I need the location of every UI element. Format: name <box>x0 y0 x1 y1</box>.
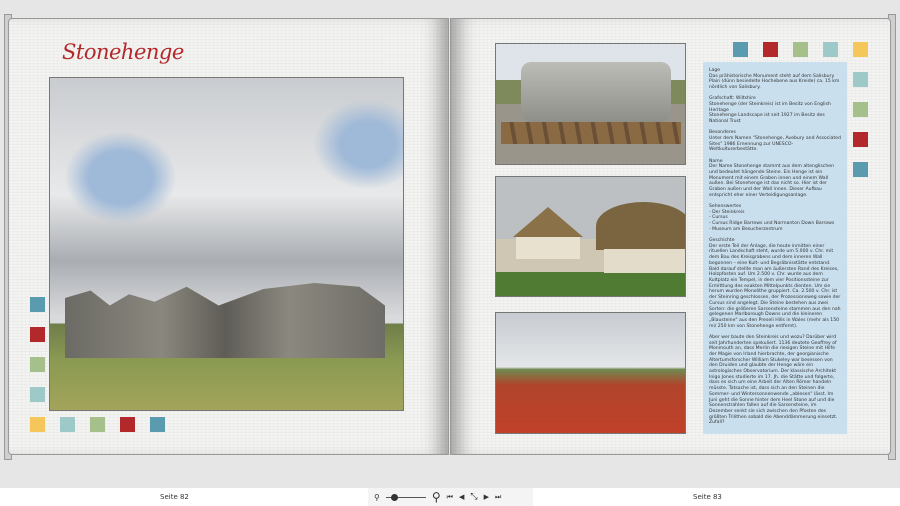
color-swatch <box>763 42 778 57</box>
info-paragraph: Aber wer baute den Steinkreis und wozu? … <box>709 334 838 426</box>
hut-wall <box>604 249 685 273</box>
color-swatch <box>30 297 45 312</box>
fit-screen-icon[interactable]: ⤡ <box>470 492 477 502</box>
viewer-toolbar: ⚲ ⚲ ⏮ ◀ ⤡ ▶ ⏭ <box>368 488 533 506</box>
color-swatch <box>30 387 45 402</box>
info-paragraph: Name Der Name Stonehenge stammt aus dem … <box>709 158 834 198</box>
color-swatch <box>853 132 868 147</box>
last-page-icon[interactable]: ⏭ <box>495 493 501 502</box>
color-swatch <box>733 42 748 57</box>
color-swatch <box>90 417 105 432</box>
color-swatch <box>30 357 45 372</box>
zoom-slider-handle[interactable] <box>390 493 398 501</box>
fallen-stone-photo[interactable] <box>495 43 686 165</box>
info-paragraph: Sehenswertes - Der Steinkreis - Cursus -… <box>709 204 835 232</box>
color-swatch <box>853 162 868 177</box>
logs <box>501 122 681 144</box>
stone <box>521 62 671 122</box>
info-paragraph: Besonderes Unter dem Namen "Stonehenge, … <box>709 130 841 153</box>
huts-photo[interactable] <box>495 176 686 297</box>
zoom-out-icon[interactable]: ⚲ <box>374 493 380 502</box>
right-page-label: Seite 83 <box>693 493 722 501</box>
color-swatch <box>30 327 45 342</box>
color-swatch <box>853 42 868 57</box>
first-page-icon[interactable]: ⏮ <box>447 493 453 502</box>
hut-roof <box>596 202 685 250</box>
stonehenge-photo[interactable] <box>49 77 404 411</box>
color-swatch <box>793 42 808 57</box>
hut-wall <box>516 237 580 259</box>
info-paragraph: Geschichte Der erste Teil der Anlage, di… <box>709 238 841 329</box>
zoom-in-icon[interactable]: ⚲ <box>432 490 441 504</box>
page-title: Stonehenge <box>62 40 184 64</box>
info-paragraph: Lage Das prähistorische Monument steht a… <box>709 68 840 91</box>
color-swatch <box>120 417 135 432</box>
color-swatch <box>150 417 165 432</box>
poppy-field-photo[interactable] <box>495 312 686 434</box>
stones <box>65 283 385 358</box>
info-text-box: Lage Das prähistorische Monument steht a… <box>703 62 847 434</box>
color-swatch <box>60 417 75 432</box>
color-swatch <box>853 102 868 117</box>
zoom-slider[interactable] <box>385 493 426 501</box>
left-page-label: Seite 82 <box>160 493 189 501</box>
color-swatch <box>853 72 868 87</box>
color-swatch <box>30 417 45 432</box>
color-swatch <box>823 42 838 57</box>
hut-roof <box>513 207 583 237</box>
next-page-icon[interactable]: ▶ <box>484 493 489 501</box>
previous-page-icon[interactable]: ◀ <box>459 493 464 501</box>
info-paragraph: Grafschaft: Wiltshire Stonehenge (der St… <box>709 96 831 125</box>
